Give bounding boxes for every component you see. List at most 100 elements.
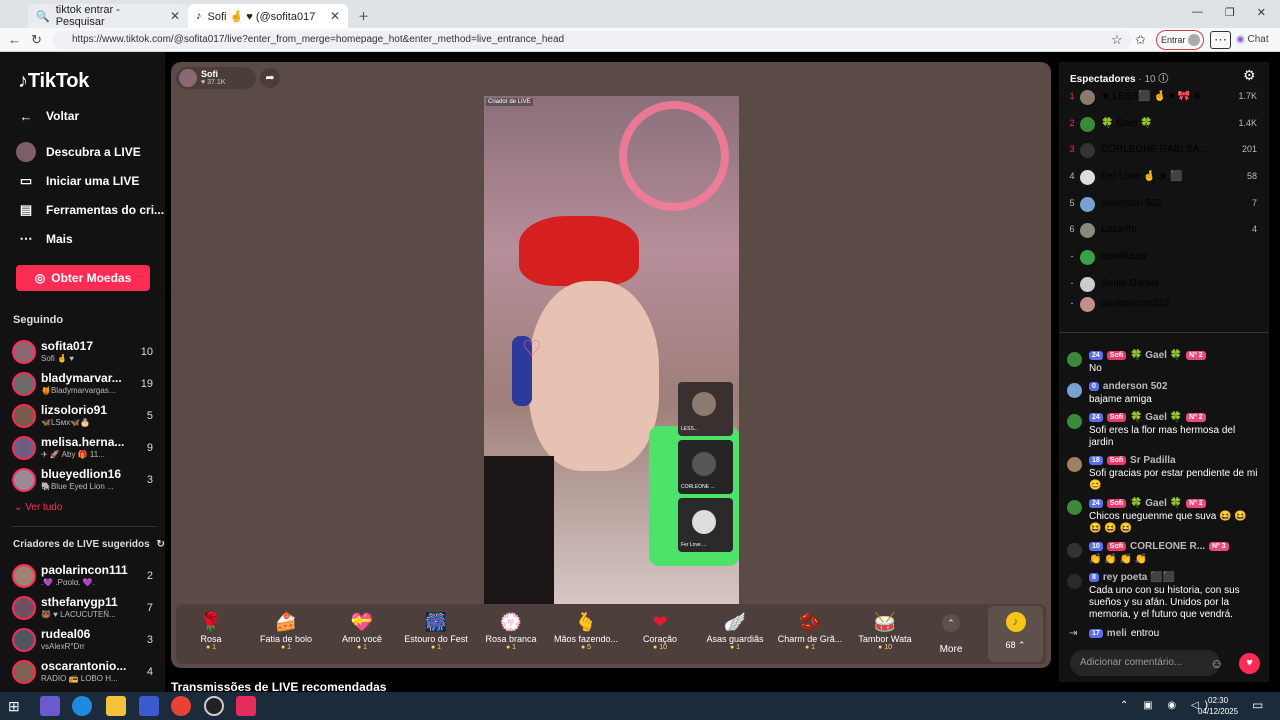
gift-price: ● 1 xyxy=(729,644,741,651)
viewer-row[interactable]: 6 Lazarito 4 xyxy=(1067,220,1263,242)
guest-tile[interactable]: LESS... xyxy=(678,382,733,436)
avatar[interactable] xyxy=(1067,543,1082,558)
windows-start-icon[interactable]: ⊞ xyxy=(8,698,20,715)
comment-author[interactable]: Sr Padilla xyxy=(1130,455,1176,466)
refresh-icon[interactable]: ↻ xyxy=(157,539,165,550)
comment-author[interactable]: CORLEONE R... xyxy=(1130,541,1205,552)
avatar[interactable] xyxy=(1067,457,1082,472)
avatar[interactable] xyxy=(1067,383,1082,398)
nav-more[interactable]: ⋯ Mais xyxy=(16,229,73,249)
more-gifts-button[interactable]: ⌃ More xyxy=(931,614,971,655)
share-icon[interactable]: ➦ xyxy=(260,68,280,88)
comment-input[interactable]: Adicionar comentário... xyxy=(1070,650,1220,676)
gift-item[interactable]: 🌹 Rosa ● 1 xyxy=(175,610,247,651)
copilot-icon: ◉ xyxy=(1236,34,1245,45)
following-item[interactable]: melisa.herna... ✈ 🚀 Aby 🎁 11... 9 xyxy=(12,434,157,464)
comment-author[interactable]: rey poeta ⬛⬛ xyxy=(1103,572,1175,583)
gift-item[interactable]: 🪽 Asas guardiãs ● 1 xyxy=(699,610,771,651)
following-item[interactable]: bladymarvar... 🍯Bladymarvargas... 19 xyxy=(12,370,157,400)
tiktok-logo[interactable]: ♪TikTok xyxy=(18,70,89,93)
obs-icon[interactable] xyxy=(204,696,224,716)
gift-item[interactable]: 🫘 Charm de Grã... ● 1 xyxy=(774,610,846,651)
nav-discover-live[interactable]: Descubra a LIVE xyxy=(16,142,141,162)
gift-item[interactable]: 🍰 Fatia de bolo ● 1 xyxy=(250,610,322,651)
profile-button[interactable]: Entrar xyxy=(1156,30,1204,50)
help-icon[interactable]: ⓘ xyxy=(1158,74,1168,85)
coin-balance-button[interactable]: ♪ 68 ⌃ xyxy=(988,606,1043,662)
copilot-icon[interactable] xyxy=(40,696,60,716)
avatar[interactable] xyxy=(1067,574,1082,589)
reload-icon[interactable]: ↻ xyxy=(31,32,42,48)
viewer-row[interactable]: 2 🍀 Gael 🍀 1.4K xyxy=(1067,114,1263,136)
notification-icon[interactable]: ▭ xyxy=(1252,698,1263,712)
fan-badge: Sofi xyxy=(1106,542,1127,551)
nav-start-live[interactable]: ▭ Iniciar uma LIVE xyxy=(16,171,140,191)
avatar[interactable] xyxy=(1067,352,1082,367)
favorite-star-icon[interactable]: ☆ xyxy=(1111,32,1123,48)
url-input[interactable]: https://www.tiktok.com/@sofita017/live?e… xyxy=(52,31,1132,49)
new-tab-button[interactable]: ＋ xyxy=(350,4,374,28)
close-icon[interactable]: ✕ xyxy=(330,9,340,23)
host-likes: ♥ 37.1K xyxy=(201,79,226,86)
gift-item[interactable]: 🎆 Estouro do Fest ● 1 xyxy=(400,610,472,651)
like-heart-button[interactable]: ♥ xyxy=(1239,653,1260,674)
comment-author[interactable]: 🍀 Gael 🍀 xyxy=(1130,412,1182,423)
tiktok-app-icon[interactable] xyxy=(236,696,256,716)
favorites-icon[interactable]: ✩ xyxy=(1135,32,1146,48)
suggested-item[interactable]: rudeal06 vsAlexR°Drr 3 xyxy=(12,626,157,656)
search-icon: 🔍 xyxy=(36,10,50,23)
following-item[interactable]: blueyedlion16 🐘Blue Eyed Lion ... 3 xyxy=(12,466,157,496)
settings-icon[interactable]: ⚙ xyxy=(1243,67,1256,84)
comment-author[interactable]: anderson 502 xyxy=(1103,381,1167,392)
wings-icon: 🪽 xyxy=(723,612,747,632)
guest-tile[interactable]: CORLEONE ... xyxy=(678,440,733,494)
viewer-row[interactable]: 5 anderson 502 7 xyxy=(1067,194,1263,216)
chrome-icon[interactable] xyxy=(171,696,191,716)
nav-back[interactable]: ← Voltar xyxy=(16,106,80,126)
following-item[interactable]: lizsolorio91 🦋LSмx🦋🎂 5 xyxy=(12,402,157,432)
suggested-item[interactable]: paolarincon111 .💜 .Pαolα. 💜. 2 xyxy=(12,562,157,592)
more-options-icon[interactable]: ⋯ xyxy=(1210,31,1231,49)
host-info[interactable]: Sofi ♥ 37.1K xyxy=(176,67,256,89)
clock[interactable]: 02:30 04/12/2025 xyxy=(1198,695,1238,717)
gift-item[interactable]: 🥁 Tambor Wata ● 10 xyxy=(849,610,921,651)
suggested-item[interactable]: oscarantonio... RADIO 📻 LOBO H... 4 xyxy=(12,658,157,688)
comment-author[interactable]: 🍀 Gael 🍀 xyxy=(1130,350,1182,361)
viewer-row[interactable]: - Serjio Garsia xyxy=(1067,274,1263,296)
viewer-row[interactable]: - camilitaaa xyxy=(1067,247,1263,269)
back-icon[interactable]: ← xyxy=(8,32,21,48)
gift-item[interactable]: ❤ Coração ● 10 xyxy=(624,610,696,651)
comment-author[interactable]: 🍀 Gael 🍀 xyxy=(1130,498,1182,509)
viewer-row[interactable]: 3 CORLEONE RABÍ SÁ... 201 xyxy=(1067,140,1263,162)
following-item[interactable]: sofita017 Sofi 🤞 ♥ 10 xyxy=(12,338,157,368)
avatar[interactable] xyxy=(1067,500,1082,515)
guest-tile[interactable]: Fer Love ... xyxy=(678,498,733,552)
close-icon[interactable]: ✕ xyxy=(170,9,180,23)
gift-item[interactable]: 💮 Rosa branca ● 1 xyxy=(475,610,547,651)
viewer-row[interactable]: 1 ★ LESS⬛ 🤞 ♥ 🎀 ❄ 1.7K xyxy=(1067,87,1263,109)
avatar xyxy=(12,596,36,620)
viewer-row[interactable]: 4 Fer Love 🤞 ★ ⬛ 58 xyxy=(1067,167,1263,189)
close-window-icon[interactable]: ✕ xyxy=(1257,6,1266,19)
nav-creator-tools[interactable]: ▤ Ferramentas do cri... xyxy=(16,200,164,220)
maximize-icon[interactable]: ❐ xyxy=(1225,6,1235,19)
get-coins-button[interactable]: ◎ Obter Moedas xyxy=(16,265,150,291)
copilot-chat-button[interactable]: ◉ Chat xyxy=(1236,32,1269,48)
suggested-item[interactable]: sthefanygp11 🐻 ♥ LACUCUTEÑ... 7 xyxy=(12,594,157,624)
avatar[interactable] xyxy=(1067,414,1082,429)
tab-tiktok[interactable]: ♪ Sofi 🤞 ♥ (@sofita017) com ✕ xyxy=(188,4,348,28)
comment-author[interactable]: meli xyxy=(1107,628,1127,639)
gift-item[interactable]: 🫰 Mãos fazendo... ● 5 xyxy=(550,610,622,651)
tab-search[interactable]: 🔍 tiktok entrar - Pesquisar ✕ xyxy=(28,4,188,28)
emoji-icon[interactable]: ☺ xyxy=(1210,656,1223,671)
comment-item: 24 Sofi 🍀 Gael 🍀 Nº 2 No xyxy=(1067,350,1263,376)
edge-icon[interactable] xyxy=(72,696,92,716)
live-video[interactable]: Criador de LIVE LESS... CORLEONE ... Fer… xyxy=(484,96,739,604)
gift-item[interactable]: 💝 Amo você ● 1 xyxy=(326,610,398,651)
avatar xyxy=(1188,34,1200,46)
minimize-icon[interactable]: — xyxy=(1192,6,1203,19)
file-explorer-icon[interactable] xyxy=(106,696,126,716)
see-all-link[interactable]: ⌄ Ver tudo xyxy=(14,502,62,513)
viewer-row[interactable]: - paolarincon223 xyxy=(1067,294,1263,316)
app-icon[interactable] xyxy=(139,696,159,716)
